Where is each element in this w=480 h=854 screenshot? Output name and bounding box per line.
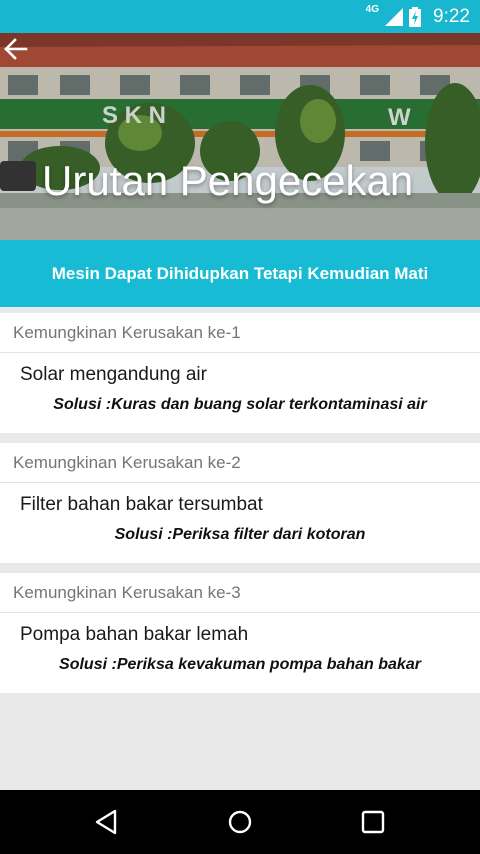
- navigation-bar: [0, 790, 480, 854]
- nav-recents-icon[interactable]: [359, 808, 387, 836]
- school-building-photo: S K N W: [0, 33, 480, 240]
- card-header: Kemungkinan Kerusakan ke-1: [0, 313, 480, 353]
- card-cause: Filter bahan bakar tersumbat: [20, 494, 263, 515]
- card-cause: Pompa bahan bakar lemah: [20, 624, 249, 645]
- damage-card: Kemungkinan Kerusakan ke-1 Solar mengand…: [0, 313, 480, 433]
- damage-card: Kemungkinan Kerusakan ke-3 Pompa bahan b…: [0, 573, 480, 693]
- page-title: Urutan Pengecekan: [42, 157, 414, 204]
- card-solution: Solusi :Kuras dan buang solar terkontami…: [53, 396, 427, 413]
- card-solution: Solusi :Periksa filter dari kotoran: [114, 526, 366, 543]
- arrow-left-icon[interactable]: [0, 33, 32, 65]
- damage-card: Kemungkinan Kerusakan ke-2 Filter bahan …: [0, 443, 480, 563]
- problem-banner: Mesin Dapat Dihidupkan Tetapi Kemudian M…: [0, 240, 480, 307]
- nav-back-icon[interactable]: [93, 808, 121, 836]
- card-header: Kemungkinan Kerusakan ke-2: [0, 443, 480, 483]
- nav-home-icon[interactable]: [226, 808, 254, 836]
- status-icons: 4G 9:22: [366, 0, 470, 33]
- status-time: 9:22: [433, 5, 470, 27]
- status-bar: 4G 9:22: [0, 0, 480, 33]
- card-cause: Solar mengandung air: [20, 364, 207, 385]
- card-solution: Solusi :Periksa kevakuman pompa bahan ba…: [59, 656, 421, 673]
- header-image: S K N W Urutan Pengecekan: [0, 33, 480, 240]
- network-type: 4G: [365, 4, 380, 15]
- battery-charging-icon: [409, 6, 422, 27]
- card-header: Kemungkinan Kerusakan ke-3: [0, 573, 480, 613]
- signal-icon: [385, 7, 404, 26]
- problem-title: Mesin Dapat Dihidupkan Tetapi Kemudian M…: [51, 263, 429, 283]
